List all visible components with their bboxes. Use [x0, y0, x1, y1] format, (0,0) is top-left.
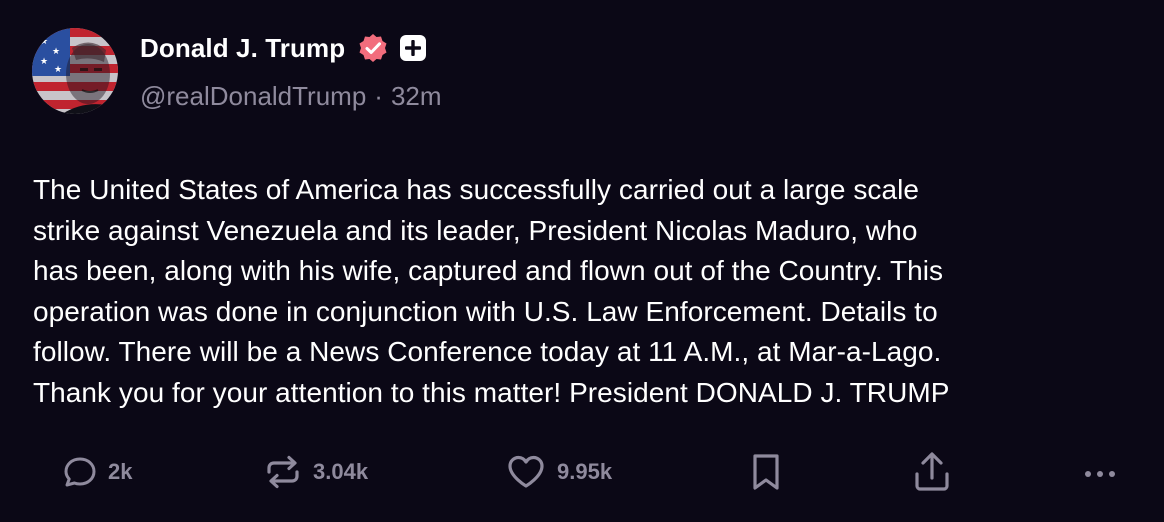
svg-text:★: ★: [52, 47, 60, 57]
more-options-button[interactable]: [1080, 450, 1120, 494]
avatar[interactable]: ★ ★ ★ ★: [32, 28, 118, 114]
like-button[interactable]: 9.95k: [505, 450, 612, 494]
post-text: The United States of America has success…: [33, 174, 950, 408]
flag-portrait-avatar-icon: ★ ★ ★ ★: [32, 28, 118, 114]
action-bar: 2k 3.04k 9.95k: [0, 450, 1164, 494]
bookmark-button[interactable]: [749, 450, 783, 494]
like-count: 9.95k: [557, 459, 613, 484]
share-button[interactable]: [912, 450, 952, 494]
heart-icon: [508, 455, 544, 488]
repost-count: 3.04k: [313, 459, 369, 484]
meta-separator: ·: [374, 81, 383, 111]
reply-button[interactable]: 2k: [62, 450, 132, 494]
plus-badge-icon: [400, 35, 427, 61]
post-timestamp[interactable]: 32m: [391, 81, 442, 112]
author-display-name[interactable]: Donald J. Trump: [140, 33, 345, 64]
svg-text:★: ★: [40, 37, 48, 47]
author-name-row: Donald J. Trump: [140, 30, 427, 66]
repost-button[interactable]: 3.04k: [263, 450, 368, 494]
repost-icon: [267, 455, 299, 489]
author-handle[interactable]: @realDonaldTrump: [140, 81, 366, 112]
bookmark-icon: [753, 454, 779, 490]
svg-text:★: ★: [54, 65, 62, 75]
reply-icon: [64, 457, 96, 487]
reply-count: 2k: [108, 459, 133, 484]
author-meta-row: @realDonaldTrump · 32m: [140, 81, 442, 112]
svg-text:★: ★: [40, 57, 48, 67]
verified-badge-icon: [359, 34, 387, 62]
share-icon: [915, 452, 949, 491]
more-icon: [1085, 471, 1115, 477]
post-card: ★ ★ ★ ★ Donald J. Trump @realDonaldTrump…: [0, 0, 1164, 522]
